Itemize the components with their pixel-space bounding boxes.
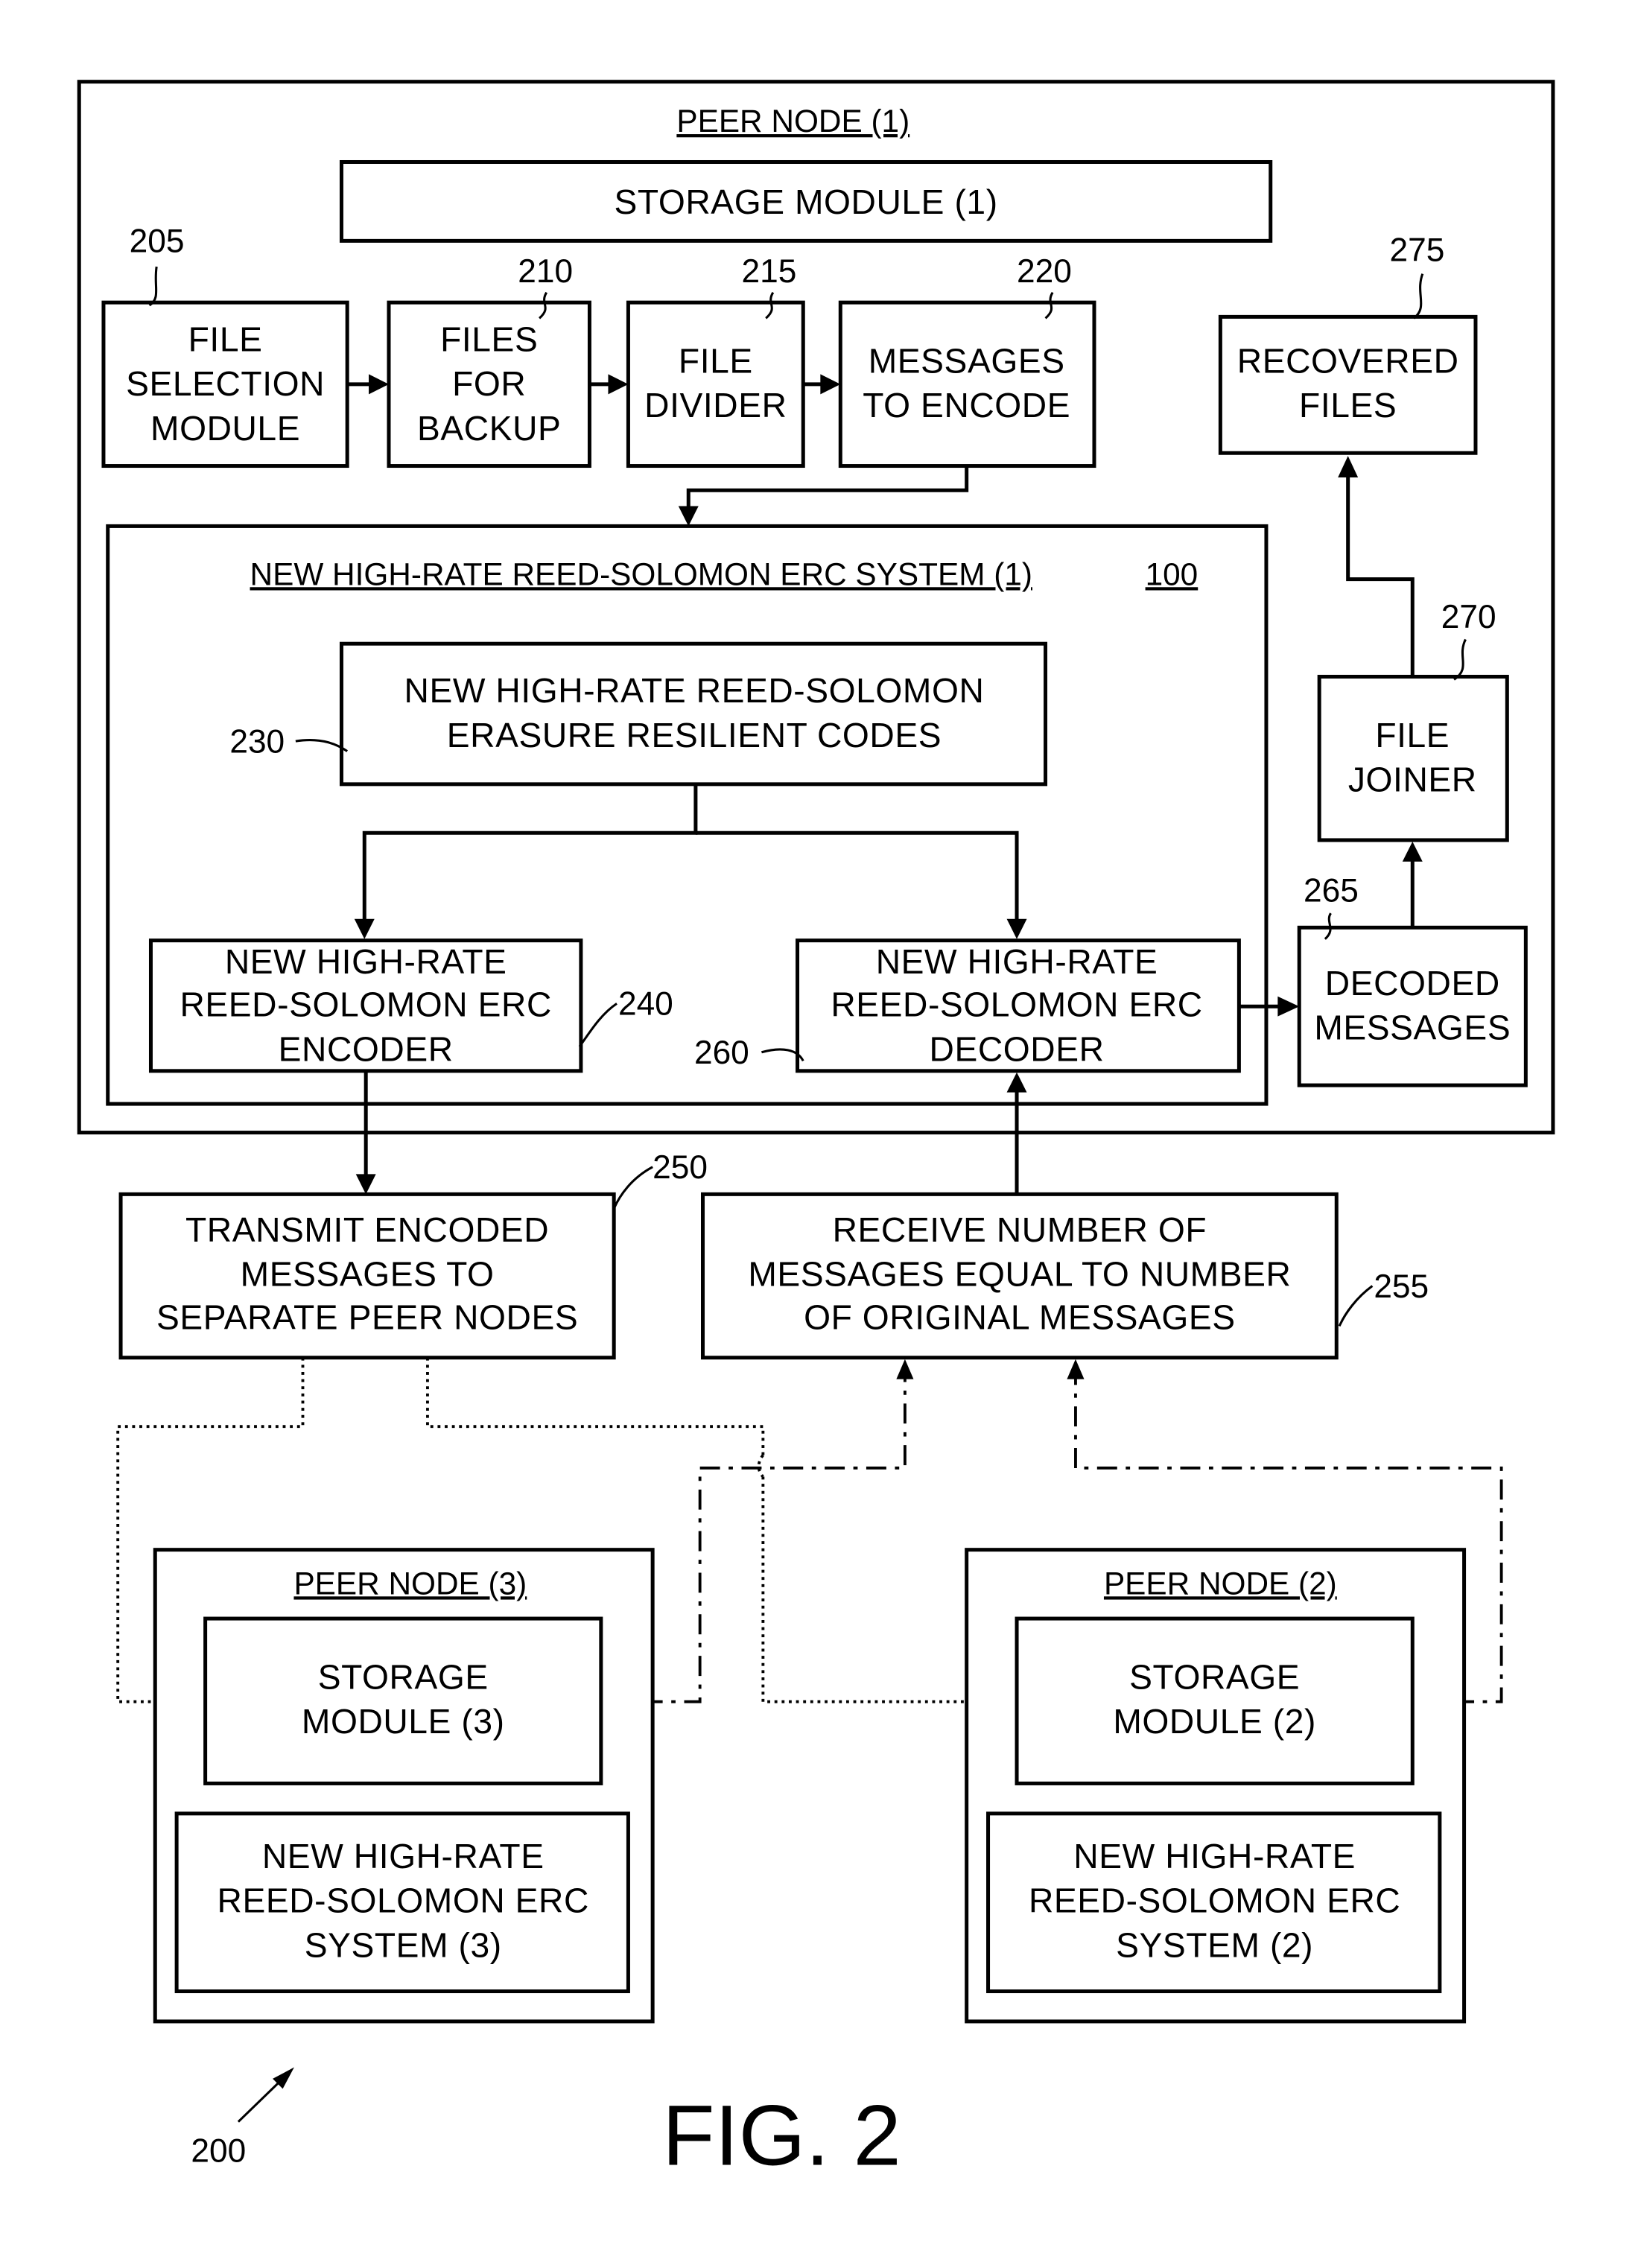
svg-text:FILES: FILES xyxy=(440,320,538,359)
svg-text:MODULE: MODULE xyxy=(150,409,300,448)
svg-text:FOR: FOR xyxy=(452,364,526,403)
figure-label: FIG. 2 xyxy=(662,2087,901,2183)
svg-text:TRANSMIT ENCODED: TRANSMIT ENCODED xyxy=(185,1210,549,1249)
svg-text:MESSAGES EQUAL TO NUMBER: MESSAGES EQUAL TO NUMBER xyxy=(748,1255,1291,1294)
decoded-messages-box xyxy=(1297,925,1528,1087)
svg-text:NEW HIGH-RATE: NEW HIGH-RATE xyxy=(225,942,507,981)
svg-text:FILE: FILE xyxy=(1375,716,1450,755)
leader-255 xyxy=(1338,1285,1374,1327)
svg-text:SYSTEM (2): SYSTEM (2) xyxy=(1116,1925,1313,1964)
peer-node-3-title: PEER NODE (3) xyxy=(293,1566,527,1601)
svg-text:NEW HIGH-RATE REED-SOLOMON: NEW HIGH-RATE REED-SOLOMON xyxy=(404,671,985,710)
erc-system-1-title: NEW HIGH-RATE REED-SOLOMON ERC SYSTEM (1… xyxy=(250,556,1032,591)
storage-module-3-box xyxy=(203,1616,603,1785)
svg-text:REED-SOLOMON ERC: REED-SOLOMON ERC xyxy=(218,1881,589,1920)
ref-200-arrow xyxy=(237,2067,294,2123)
svg-text:RECOVERED: RECOVERED xyxy=(1237,341,1459,380)
ref-230: 230 xyxy=(229,724,285,760)
ref-205: 205 xyxy=(130,223,185,260)
file-joiner-box xyxy=(1317,674,1509,842)
svg-text:BACKUP: BACKUP xyxy=(417,409,561,448)
storage-module-2-box xyxy=(1015,1616,1415,1785)
ref-215: 215 xyxy=(741,253,796,290)
storage-module-1-label: STORAGE MODULE (1) xyxy=(615,182,998,221)
svg-text:TO ENCODE: TO ENCODE xyxy=(863,386,1070,425)
ref-275: 275 xyxy=(1389,232,1444,268)
ref-220: 220 xyxy=(1017,253,1072,290)
svg-text:MODULE (3): MODULE (3) xyxy=(302,1702,505,1741)
svg-text:NEW HIGH-RATE: NEW HIGH-RATE xyxy=(1073,1837,1356,1875)
svg-text:DIVIDER: DIVIDER xyxy=(644,386,787,425)
erasure-resilient-codes-box xyxy=(339,641,1048,787)
svg-text:FILES: FILES xyxy=(1299,386,1397,425)
peer-node-2-title: PEER NODE (2) xyxy=(1104,1566,1337,1601)
svg-text:SEPARATE PEER NODES: SEPARATE PEER NODES xyxy=(156,1297,578,1336)
svg-text:DECODER: DECODER xyxy=(930,1029,1105,1068)
ref-270: 270 xyxy=(1441,599,1496,635)
ref-240: 240 xyxy=(618,986,673,1023)
ref-265: 265 xyxy=(1304,873,1359,909)
svg-text:SYSTEM (3): SYSTEM (3) xyxy=(305,1925,502,1964)
svg-text:JOINER: JOINER xyxy=(1348,760,1477,798)
svg-text:NEW HIGH-RATE: NEW HIGH-RATE xyxy=(876,942,1158,981)
svg-text:REED-SOLOMON ERC: REED-SOLOMON ERC xyxy=(1029,1881,1400,1920)
leader-250 xyxy=(612,1166,653,1210)
patent-figure: PEER NODE (1) STORAGE MODULE (1) FILE SE… xyxy=(77,80,1555,2183)
svg-text:OF ORIGINAL MESSAGES: OF ORIGINAL MESSAGES xyxy=(804,1297,1236,1336)
svg-text:ENCODER: ENCODER xyxy=(279,1029,454,1068)
svg-text:SELECTION: SELECTION xyxy=(126,364,325,403)
svg-text:DECODED: DECODED xyxy=(1325,964,1500,1003)
svg-text:RECEIVE NUMBER OF: RECEIVE NUMBER OF xyxy=(833,1210,1207,1249)
svg-text:REED-SOLOMON ERC: REED-SOLOMON ERC xyxy=(831,985,1202,1024)
svg-text:MODULE (2): MODULE (2) xyxy=(1113,1702,1316,1741)
ref-200: 200 xyxy=(191,2133,246,2170)
ref-100: 100 xyxy=(1146,556,1199,591)
ref-250: 250 xyxy=(653,1149,708,1186)
ref-255: 255 xyxy=(1374,1268,1429,1305)
svg-text:NEW HIGH-RATE: NEW HIGH-RATE xyxy=(262,1837,545,1875)
peer-node-1-title: PEER NODE (1) xyxy=(676,104,909,139)
svg-text:MESSAGES: MESSAGES xyxy=(869,341,1065,380)
svg-text:REED-SOLOMON ERC: REED-SOLOMON ERC xyxy=(180,985,551,1024)
svg-text:ERASURE RESILIENT CODES: ERASURE RESILIENT CODES xyxy=(447,716,942,755)
svg-text:FILE: FILE xyxy=(188,320,263,359)
svg-text:STORAGE: STORAGE xyxy=(318,1657,489,1696)
svg-text:FILE: FILE xyxy=(679,341,753,380)
file-divider-box xyxy=(626,300,805,468)
svg-text:MESSAGES TO: MESSAGES TO xyxy=(241,1255,495,1294)
messages-to-encode-box xyxy=(838,300,1096,468)
svg-text:STORAGE: STORAGE xyxy=(1129,1657,1300,1696)
recovered-files-box xyxy=(1218,314,1478,455)
ref-210: 210 xyxy=(518,253,573,290)
svg-text:MESSAGES: MESSAGES xyxy=(1314,1008,1511,1046)
ref-260: 260 xyxy=(694,1035,749,1071)
